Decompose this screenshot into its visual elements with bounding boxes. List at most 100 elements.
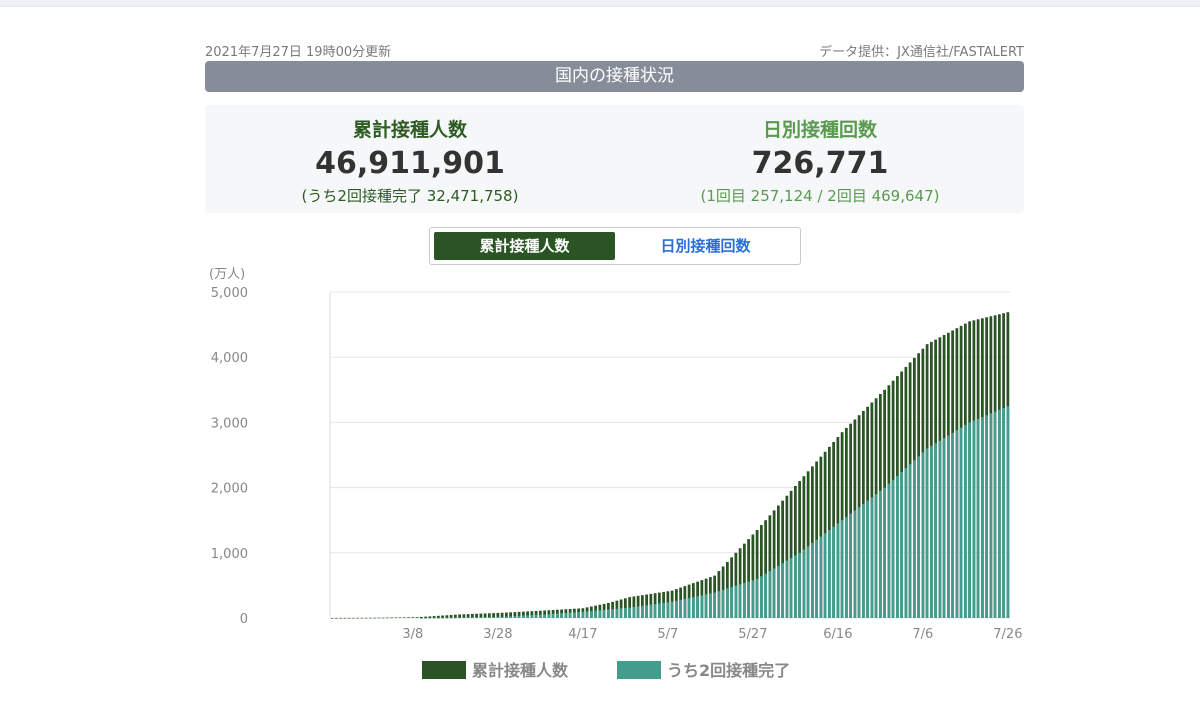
y-tick-label: 3,000 <box>211 416 248 431</box>
bar-second-dose <box>449 617 453 619</box>
y-tick-label: 1,000 <box>211 547 248 562</box>
bar-second-dose <box>628 607 631 618</box>
bar-second-dose <box>717 591 721 618</box>
daily-value: 726,771 <box>751 146 889 181</box>
bar-cumulative <box>419 616 423 618</box>
bar-second-dose <box>572 612 576 618</box>
bar-second-dose <box>636 606 640 618</box>
x-tick-label: 4/17 <box>568 627 597 642</box>
bar-second-dose <box>428 617 432 619</box>
y-tick-labels: 0 1,000 2,000 3,000 4,000 5,000 <box>211 286 248 627</box>
bar-second-dose <box>951 432 954 618</box>
bar-second-dose <box>929 445 933 618</box>
x-tick-label: 5/7 <box>657 627 678 642</box>
bar-second-dose <box>968 422 971 618</box>
bar-second-dose <box>904 468 908 618</box>
bar-second-dose <box>564 612 568 618</box>
bar-second-dose <box>492 616 495 618</box>
bar-second-dose <box>509 616 512 618</box>
bar-second-dose <box>989 413 993 618</box>
bar-second-dose <box>793 555 797 618</box>
section-title: 国内の接種状況 <box>205 61 1024 92</box>
bar-cumulative <box>368 617 372 619</box>
legend-swatch-second-dose <box>617 661 661 679</box>
bar-second-dose <box>662 602 665 618</box>
bar-second-dose <box>683 598 687 618</box>
cumulative-value: 46,911,901 <box>315 146 505 181</box>
y-tick-label: 0 <box>240 612 248 627</box>
bar-second-dose <box>674 600 678 618</box>
bar-second-dose <box>679 599 682 618</box>
y-tick-label: 2,000 <box>211 482 248 497</box>
cumulative-label: 累計接種人数 <box>352 119 467 141</box>
bar-second-dose <box>734 585 738 618</box>
toggle-cumulative-button[interactable]: 累計接種人数 <box>434 232 615 260</box>
x-tick-label: 3/28 <box>483 627 512 642</box>
x-tick-label: 3/8 <box>402 627 423 642</box>
bar-second-dose <box>776 565 780 618</box>
legend-swatch-cumulative <box>422 661 466 679</box>
bar-cumulative <box>364 617 368 619</box>
bar-second-dose <box>789 558 793 618</box>
bar-second-dose <box>772 568 776 618</box>
bar-second-dose <box>657 603 661 618</box>
bar-second-dose <box>725 588 729 618</box>
bar-second-dose <box>713 592 716 618</box>
bar-second-dose <box>963 425 967 618</box>
y-unit-label: (万人) <box>209 267 245 282</box>
bar-second-dose <box>798 552 801 618</box>
bar-second-dose <box>921 452 925 618</box>
bar-second-dose <box>496 616 500 618</box>
bar-second-dose <box>840 520 844 618</box>
bar-second-dose <box>785 560 789 618</box>
bar-second-dose <box>602 609 606 618</box>
bar-second-dose <box>543 614 546 618</box>
bar-cumulative <box>462 614 466 618</box>
bar-second-dose <box>432 617 436 619</box>
bar-second-dose <box>891 479 895 618</box>
cumulative-stat: 累計接種人数 46,911,901 (うち2回接種完了 32,471,758) <box>205 105 615 213</box>
bar-cumulative <box>432 616 436 618</box>
bar-second-dose <box>645 605 648 618</box>
y-tick-label: 4,000 <box>211 351 248 366</box>
bar-second-dose <box>458 617 461 619</box>
bar-second-dose <box>764 573 767 618</box>
bar-second-dose <box>475 617 478 618</box>
bar-second-dose <box>1006 406 1010 618</box>
bar-second-dose <box>611 609 614 618</box>
bar-second-dose <box>942 438 946 618</box>
bar-second-dose <box>827 529 831 618</box>
bar-second-dose <box>759 576 763 618</box>
gridlines <box>329 291 1010 619</box>
bar-second-dose <box>878 490 882 618</box>
bar-second-dose <box>577 612 580 618</box>
bar-cumulative <box>436 615 440 618</box>
x-tick-labels: 3/8 3/28 4/17 5/7 5/27 6/16 7/6 7/26 <box>402 627 1022 642</box>
toggle-daily-button[interactable]: 日別接種回数 <box>615 232 796 260</box>
x-tick-label: 7/6 <box>912 627 933 642</box>
daily-label: 日別接種回数 <box>762 119 877 141</box>
bar-second-dose <box>526 615 529 618</box>
x-tick-label: 5/27 <box>738 627 767 642</box>
bar-second-dose <box>670 601 674 618</box>
bar-cumulative <box>330 618 334 619</box>
legend: 累計接種人数 うち2回接種完了 <box>422 661 790 680</box>
chart-toggle: 累計接種人数 日別接種回数 <box>429 227 801 265</box>
bar-second-dose <box>517 615 521 618</box>
bar-second-dose <box>445 617 449 619</box>
bar-cumulative <box>377 617 381 619</box>
bar-cumulative <box>334 617 338 619</box>
stats-panel: 累計接種人数 46,911,901 (うち2回接種完了 32,471,758) … <box>205 105 1024 213</box>
bar-second-dose <box>483 617 487 618</box>
bar-second-dose <box>470 617 474 618</box>
bar-second-dose <box>534 614 538 618</box>
bar-cumulative <box>402 617 406 618</box>
bar-second-dose <box>883 487 886 618</box>
bar-second-dose <box>560 613 563 618</box>
bar-cumulative <box>458 614 461 618</box>
bar-second-dose <box>708 593 712 618</box>
bar-second-dose <box>917 456 920 618</box>
bar-cumulative <box>453 614 457 618</box>
x-tick-label: 6/16 <box>823 627 852 642</box>
bar-cumulative <box>445 615 449 618</box>
